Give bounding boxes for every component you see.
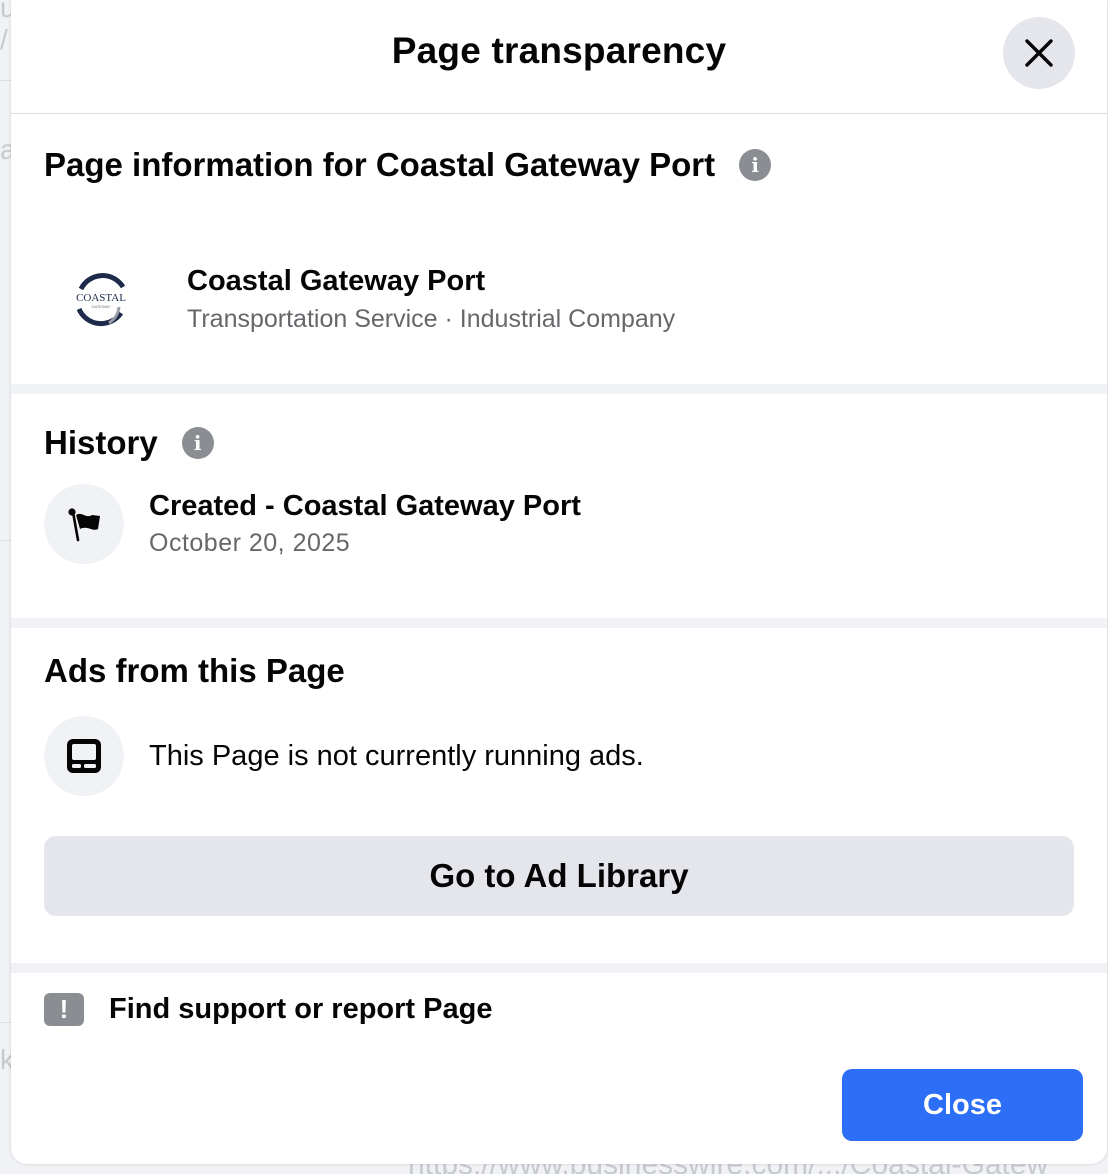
page-information-heading: Page information for Coastal Gateway Por… [44, 146, 772, 184]
history-item-text: Created - Coastal Gateway Port October 2… [149, 488, 581, 560]
go-to-ad-library-button[interactable]: Go to Ad Library [44, 836, 1074, 916]
page-information-heading-text: Page information for Coastal Gateway Por… [44, 146, 716, 183]
ads-status-text: This Page is not currently running ads. [149, 740, 644, 772]
history-section: History i Created - Coastal Gateway Port… [11, 394, 1107, 618]
coastal-logo-icon: COASTAL GATEWAY [76, 273, 126, 327]
find-support-label: Find support or report Page [109, 993, 493, 1025]
ads-section: Ads from this Page This Page is not curr… [11, 628, 1107, 963]
bg-divider [0, 80, 11, 81]
page-transparency-dialog: Page transparency Page information for C… [11, 0, 1107, 1164]
page-category: Transportation Service · Industrial Comp… [187, 305, 676, 333]
find-support-link[interactable]: ! Find support or report Page [44, 993, 1074, 1026]
close-button[interactable]: Close [842, 1069, 1083, 1141]
history-heading-text: History [44, 424, 158, 461]
page-logo: COASTAL GATEWAY [61, 259, 141, 339]
ads-status-row: This Page is not currently running ads. [44, 716, 1074, 796]
section-divider [11, 384, 1107, 394]
page-summary: COASTAL GATEWAY Coastal Gateway Port Tra… [61, 259, 675, 339]
history-item-date: October 20, 2025 [149, 529, 351, 557]
ads-status-icon [44, 716, 124, 796]
close-icon [1025, 39, 1053, 67]
bg-text-fragment: / [0, 24, 8, 55]
alert-icon: ! [44, 993, 84, 1026]
section-divider [11, 618, 1107, 628]
info-icon[interactable]: i [739, 149, 772, 181]
flag-icon [68, 508, 100, 542]
close-dialog-button[interactable] [1003, 17, 1075, 89]
history-item-icon [44, 484, 124, 564]
info-icon[interactable]: i [181, 427, 214, 459]
support-section: ! Find support or report Page [11, 973, 1107, 1026]
ads-status-text-wrap: This Page is not currently running ads. [149, 738, 644, 774]
bg-divider [0, 1022, 11, 1023]
page-meta: Coastal Gateway Port Transportation Serv… [187, 263, 675, 335]
history-item-title: Created - Coastal Gateway Port [149, 490, 581, 522]
logo-subtext: GATEWAY [91, 304, 111, 309]
dialog-header: Page transparency [11, 0, 1107, 114]
ads-heading-text: Ads from this Page [44, 652, 345, 689]
bg-divider [0, 540, 11, 541]
section-divider [11, 963, 1107, 973]
history-item: Created - Coastal Gateway Port October 2… [44, 484, 1074, 564]
ads-icon [67, 739, 101, 773]
page-information-section: Page information for Coastal Gateway Por… [11, 114, 1107, 384]
page-name[interactable]: Coastal Gateway Port [187, 263, 675, 299]
history-heading: History i [44, 394, 1074, 462]
dialog-title: Page transparency [391, 30, 727, 71]
logo-text: COASTAL [76, 292, 126, 304]
ads-heading: Ads from this Page [44, 628, 1074, 690]
